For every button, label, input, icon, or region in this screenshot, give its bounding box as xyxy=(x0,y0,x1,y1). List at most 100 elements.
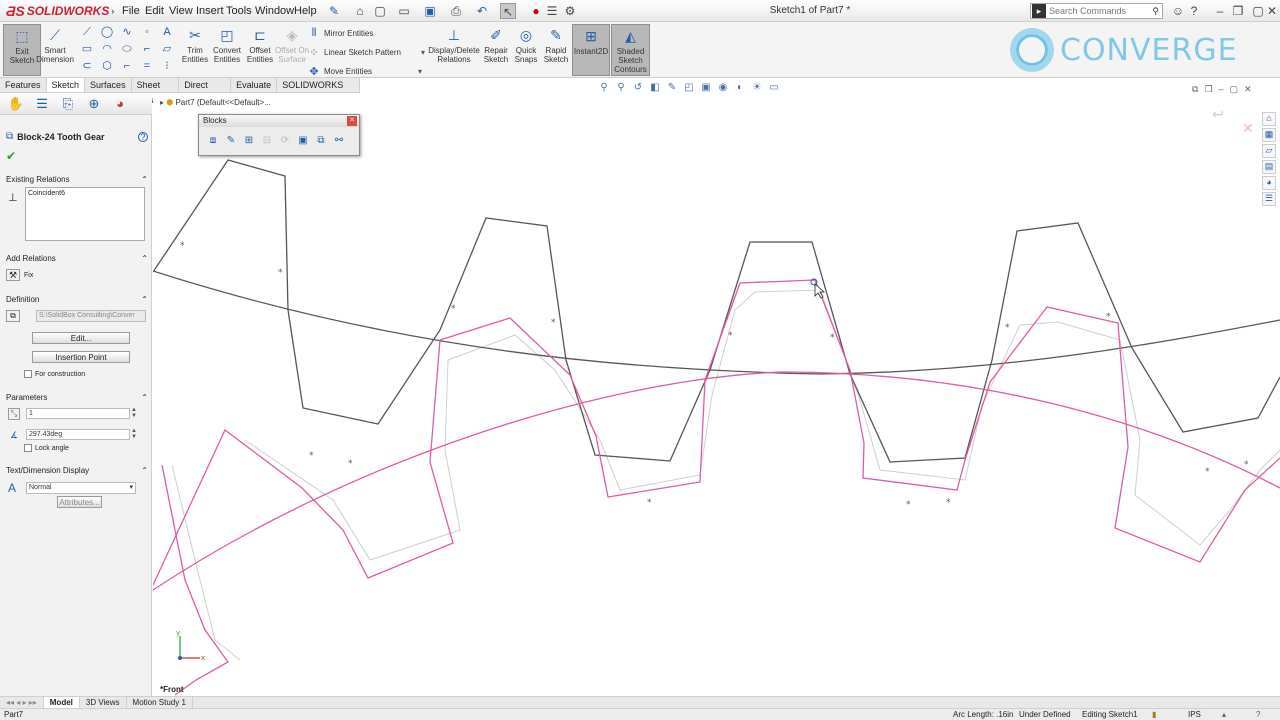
polygon-icon[interactable]: ⬡ xyxy=(100,59,114,73)
display-manager-tab-icon[interactable]: ◕ xyxy=(110,95,130,113)
pink-gear-left-tooth[interactable] xyxy=(161,464,229,696)
construction-icon[interactable]: ⁝ xyxy=(160,59,174,73)
solidworks-resources-icon[interactable]: ⌂ xyxy=(1262,112,1276,126)
gear-sketch[interactable]: * * * * * * * * * * * * * * * y x xyxy=(153,93,1280,696)
ellipse-icon[interactable]: ⬭ xyxy=(120,42,134,56)
attributes-button[interactable]: Attributes... xyxy=(57,496,102,508)
tab-sketch[interactable]: Sketch xyxy=(46,78,86,92)
fix-relation-button[interactable]: ⚒ Fix xyxy=(6,269,33,281)
customize-status-icon[interactable]: ? xyxy=(1256,709,1260,720)
home-icon[interactable]: ⌂ xyxy=(352,3,368,19)
angle-input[interactable]: 297.43deg xyxy=(26,429,130,440)
collapse-icon[interactable]: ⌃ xyxy=(141,295,148,304)
menu-view[interactable]: View xyxy=(169,5,193,17)
tab-solidworks-add-ins[interactable]: SOLIDWORKS Add-Ins xyxy=(277,78,360,105)
gray-gear-profile[interactable] xyxy=(153,159,1280,463)
rapid-sketch-button[interactable]: ✎ Rapid Sketch xyxy=(541,24,571,76)
block-path-field[interactable]: S:\SolidBox Consulting\Conver xyxy=(36,310,146,322)
tile-icon[interactable]: ⧉ xyxy=(1192,84,1198,95)
explode-block-icon[interactable]: ⧉ xyxy=(313,133,329,149)
scale-spinner-icon[interactable]: ▲ ▼ xyxy=(131,407,137,419)
collapse-icon[interactable]: ⌃ xyxy=(141,254,148,263)
tab-evaluate[interactable]: Evaluate xyxy=(231,78,278,92)
pink-gear-profile[interactable] xyxy=(153,279,1280,586)
linear-sketch-pattern-button[interactable]: ⁘ Linear Sketch Pattern ▾ xyxy=(308,46,425,59)
tab-sheet-metal[interactable]: Sheet Metal xyxy=(132,78,180,105)
chevron-down-icon[interactable]: ▾ xyxy=(421,48,425,57)
gray-pitch-arc[interactable] xyxy=(153,270,1280,375)
cancel-corner-icon[interactable]: ✕ xyxy=(1242,120,1254,137)
rebuild-block-icon[interactable]: ⟳ xyxy=(277,133,293,149)
configuration-manager-tab-icon[interactable]: ⎘ xyxy=(58,95,78,113)
tab-direct-editing[interactable]: Direct Editing xyxy=(179,78,232,105)
smart-dimension-button[interactable]: ⟋ Smart Dimension xyxy=(35,24,75,76)
menu-window[interactable]: Window xyxy=(255,5,294,17)
graphics-area[interactable]: * * * * * * * * * * * * * * * y x *Front xyxy=(153,93,1280,696)
insertion-point-button[interactable]: Insertion Point xyxy=(32,351,130,363)
chevron-down-icon[interactable]: ▾ xyxy=(418,67,422,76)
tab-3d-views[interactable]: 3D Views xyxy=(80,697,127,708)
rebuild-icon[interactable]: ● xyxy=(528,3,544,19)
ok-checkmark-icon[interactable]: ✔ xyxy=(6,149,16,163)
rectangle-icon[interactable]: ▭ xyxy=(80,42,94,56)
close-view-icon[interactable]: ✕ xyxy=(1244,84,1252,95)
for-construction-checkbox[interactable] xyxy=(24,370,32,378)
menu-insert[interactable]: Insert xyxy=(196,5,224,17)
slot-icon[interactable]: ⊂ xyxy=(80,59,94,73)
edit-block-icon[interactable]: ✎ xyxy=(223,133,239,149)
shaded-sketch-contours-button[interactable]: ◭ Shaded Sketch Contours xyxy=(611,24,650,76)
expand-arrow-icon[interactable]: ▸ xyxy=(160,98,164,107)
edit-block-button[interactable]: Edit... xyxy=(32,332,130,344)
print-icon[interactable]: ⎙ xyxy=(448,3,464,19)
custom-properties-icon[interactable]: ☰ xyxy=(1262,192,1276,206)
tab-motion-study-1[interactable]: Motion Study 1 xyxy=(127,697,193,708)
rebuild-status-icon[interactable]: ▮ xyxy=(1152,709,1156,720)
feature-manager-tab-icon[interactable]: ✋ xyxy=(6,95,26,113)
help-question-icon[interactable]: ? xyxy=(1186,3,1202,19)
open-folder-icon[interactable]: ▭ xyxy=(396,3,412,19)
collapse-icon[interactable]: ⌃ xyxy=(141,175,148,184)
restore-view-icon[interactable]: ❐ xyxy=(1204,84,1212,95)
sketch-points[interactable]: * * * * * * * * * * * * * * * xyxy=(180,241,1249,510)
pink-pitch-arc[interactable] xyxy=(153,371,1280,591)
undo-icon[interactable]: ↶ xyxy=(474,3,490,19)
sketch-text-icon[interactable]: A xyxy=(160,25,174,39)
search-commands[interactable]: ▸ Search Commands ⚲ xyxy=(1030,3,1163,19)
belt-chain-icon[interactable]: ⚯ xyxy=(331,133,347,149)
file-properties-icon[interactable]: ☰ xyxy=(544,3,560,19)
tab-model[interactable]: Model xyxy=(43,697,80,708)
save-block-icon[interactable]: ▣ xyxy=(295,133,311,149)
menu-tools[interactable]: Tools xyxy=(226,5,252,17)
fillet-icon[interactable]: ⌐ xyxy=(140,42,154,56)
list-item[interactable]: Coincident6 xyxy=(28,190,142,197)
point-icon[interactable]: ◦ xyxy=(140,25,154,39)
line-icon[interactable]: ⟋ xyxy=(80,25,94,39)
close-icon[interactable]: ✕ xyxy=(347,116,357,126)
options-gear-icon[interactable]: ⚙ xyxy=(562,3,578,19)
search-input[interactable]: Search Commands xyxy=(1049,6,1126,16)
collapse-icon[interactable]: ⌃ xyxy=(141,393,148,402)
make-block-icon[interactable]: ⧈ xyxy=(205,133,221,149)
menu-help[interactable]: Help xyxy=(294,5,317,17)
corner-icon[interactable]: ⌐ xyxy=(120,59,134,73)
blocks-toolbar[interactable]: Blocks ✕ ⧈ ✎ ⊞ ⊟ ⟳ ▣ ⧉ ⚯ xyxy=(198,114,360,156)
select-arrow-icon[interactable]: ↖ xyxy=(500,3,516,19)
new-document-icon[interactable]: ▢ xyxy=(372,3,388,19)
spline-icon[interactable]: ∿ xyxy=(120,25,134,39)
restore-icon[interactable]: ❐ xyxy=(1230,3,1246,19)
collapse-icon[interactable]: ⌃ xyxy=(141,466,148,475)
blocks-toolbar-header[interactable]: Blocks ✕ xyxy=(199,115,359,127)
quick-snaps-button[interactable]: ◎ Quick Snaps xyxy=(512,24,540,76)
repair-sketch-button[interactable]: ✐ Repair Sketch xyxy=(481,24,511,76)
angle-spinner-icon[interactable]: ▲ ▼ xyxy=(131,428,137,440)
insert-block-icon[interactable]: ⊞ xyxy=(241,133,257,149)
maximize-view-icon[interactable]: ▢ xyxy=(1230,84,1239,95)
file-explorer-icon[interactable]: ▱ xyxy=(1262,144,1276,158)
dimxpert-manager-tab-icon[interactable]: ⊕ xyxy=(84,95,104,113)
search-type-icon[interactable]: ▸ xyxy=(1032,4,1046,18)
move-entities-button[interactable]: ✥ Move Entities ▾ xyxy=(308,65,425,78)
property-manager-tab-icon[interactable]: ☰ xyxy=(32,95,52,113)
minimize-icon[interactable]: – xyxy=(1212,3,1228,19)
search-icon[interactable]: ⚲ xyxy=(1152,6,1159,17)
status-units[interactable]: IPS xyxy=(1188,709,1201,720)
